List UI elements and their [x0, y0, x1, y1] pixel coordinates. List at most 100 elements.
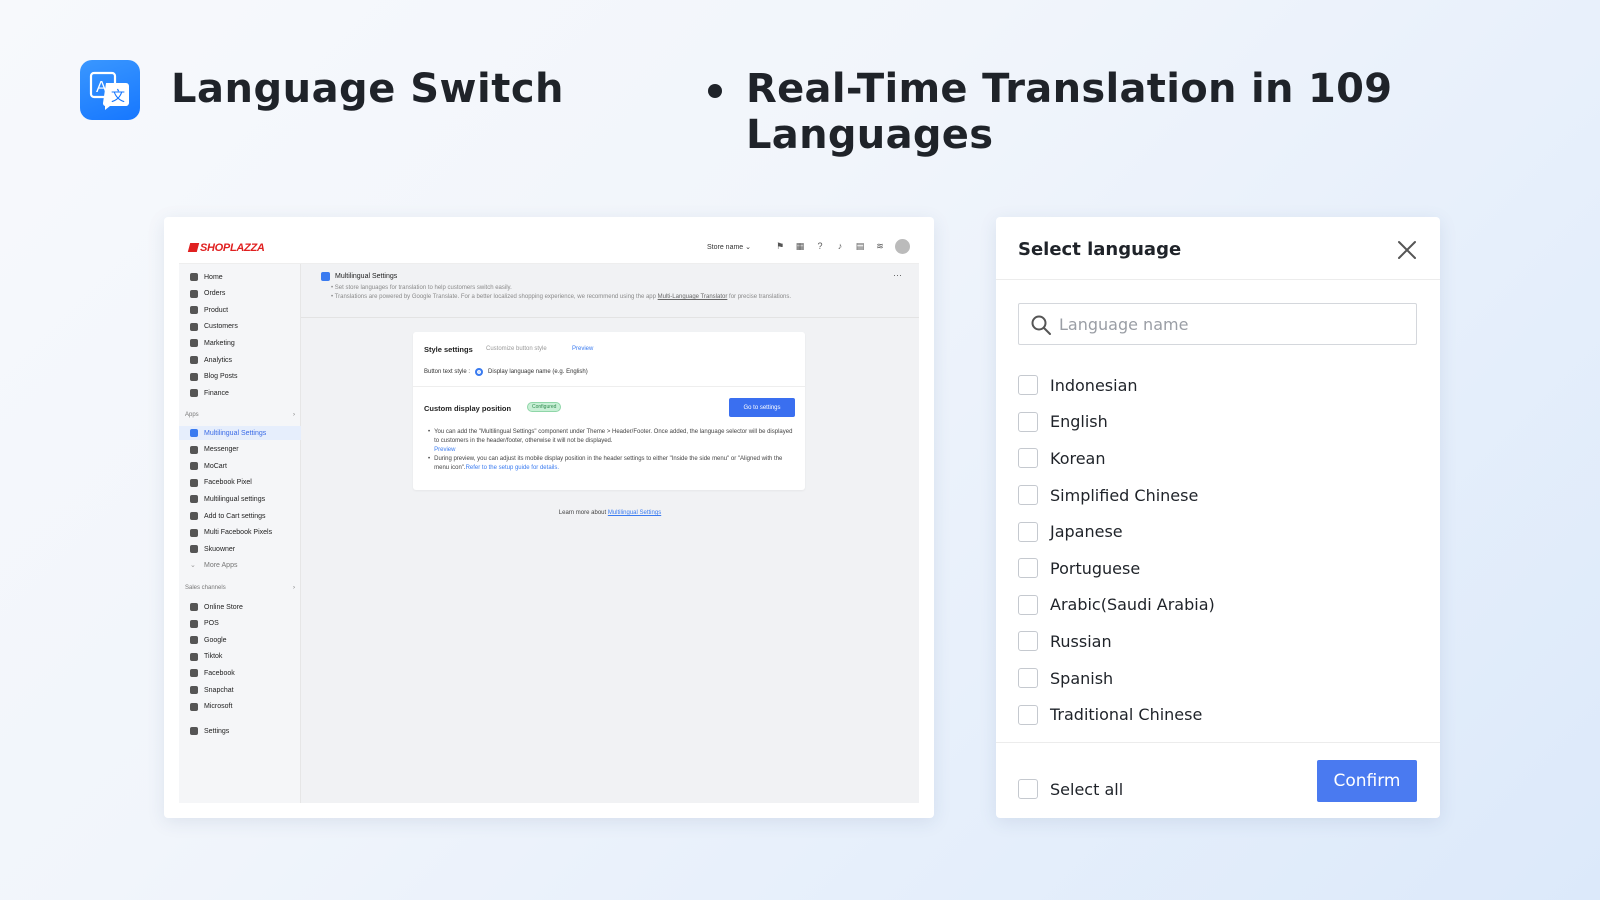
app-icon — [190, 495, 198, 504]
sidebar-item-skuowner[interactable]: Skuowner — [179, 542, 301, 556]
apps-group-header[interactable]: Apps › — [185, 412, 295, 418]
sidebar-item-multilingual-settings[interactable]: Multilingual Settings — [179, 426, 301, 440]
go-to-settings-button[interactable]: Go to settings — [729, 398, 795, 417]
confirm-button[interactable]: Confirm — [1317, 760, 1417, 802]
sidebar-item-blog-posts[interactable]: Blog Posts — [179, 370, 301, 384]
tiktok-icon — [190, 652, 198, 661]
multilingual-icon — [321, 272, 330, 281]
setup-guide-link[interactable]: Refer to the setup guide for details. — [466, 465, 559, 471]
learn-more-link[interactable]: Multilingual Settings — [608, 510, 661, 516]
language-search-input[interactable] — [1059, 304, 1409, 344]
language-option-english[interactable]: English — [1018, 404, 1417, 441]
language-option-arabic-saudi-arabia[interactable]: Arabic(Saudi Arabia) — [1018, 587, 1417, 624]
checkbox[interactable] — [1018, 521, 1038, 542]
sidebar-item-mocart[interactable]: MoCart — [179, 459, 301, 473]
marketing-icon — [190, 339, 198, 348]
sidebar-item-facebook-pixel[interactable]: Facebook Pixel — [179, 476, 301, 490]
checkbox[interactable] — [1018, 375, 1038, 396]
sales-channels-header[interactable]: Sales channels › — [185, 585, 295, 591]
translator-app-link[interactable]: Multi-Language Translator — [658, 294, 728, 300]
more-options-icon[interactable]: ··· — [893, 270, 902, 280]
messenger-icon — [190, 445, 198, 454]
language-option-portuguese[interactable]: Portuguese — [1018, 550, 1417, 587]
checkbox[interactable] — [1018, 485, 1038, 506]
svg-text:文: 文 — [111, 89, 125, 105]
select-all-checkbox[interactable] — [1018, 779, 1038, 799]
admin-sidebar: Home Orders Product Customers Marketing … — [179, 264, 301, 803]
blog-icon — [190, 372, 198, 381]
wifi-icon[interactable]: ≋ — [875, 241, 885, 251]
admin-topbar: SHOPLAZZA Store name ⌄ ⚑ ▦ ? ♪ ▤ ≋ — [179, 232, 919, 264]
display-name-radio[interactable] — [475, 368, 484, 376]
checkbox[interactable] — [1018, 558, 1038, 579]
orders-icon — [190, 289, 198, 298]
store-selector[interactable]: Store name ⌄ — [707, 243, 751, 251]
language-option-russian[interactable]: Russian — [1018, 623, 1417, 660]
avatar[interactable] — [895, 239, 910, 254]
language-option-indonesian[interactable]: Indonesian — [1018, 367, 1417, 404]
sidebar-item-tiktok[interactable]: Tiktok — [179, 650, 301, 664]
app-logo: A 文 — [80, 60, 140, 120]
sidebar-item-marketing[interactable]: Marketing — [179, 336, 301, 350]
sidebar-item-snapchat[interactable]: Snapchat — [179, 683, 301, 697]
language-option-traditional-chinese[interactable]: Traditional Chinese — [1018, 696, 1417, 733]
chevron-down-icon: ⌄ — [190, 561, 196, 569]
sidebar-item-product[interactable]: Product — [179, 303, 301, 317]
sidebar-item-online-store[interactable]: Online Store — [179, 600, 301, 614]
home-icon — [190, 273, 198, 281]
mocart-icon — [190, 462, 198, 471]
sidebar-item-finance[interactable]: Finance — [179, 386, 301, 400]
sidebar-item-pos[interactable]: POS — [179, 617, 301, 631]
checkbox[interactable] — [1018, 631, 1038, 652]
admin-screenshot: SHOPLAZZA Store name ⌄ ⚑ ▦ ? ♪ ▤ ≋ Home … — [164, 217, 934, 818]
flag-icon[interactable]: ⚑ — [775, 241, 785, 251]
sidebar-item-settings[interactable]: Settings — [179, 724, 301, 738]
language-option-japanese[interactable]: Japanese — [1018, 513, 1417, 550]
language-list: Indonesian English Korean Simplified Chi… — [1018, 367, 1417, 733]
help-icon[interactable]: ? — [815, 241, 825, 251]
bell-icon[interactable]: ♪ — [835, 241, 845, 251]
sidebar-item-multi-facebook-pixels[interactable]: Multi Facebook Pixels — [179, 526, 301, 540]
sidebar-item-analytics[interactable]: Analytics — [179, 353, 301, 367]
page-title: Multilingual Settings — [321, 272, 397, 281]
sidebar-item-microsoft[interactable]: Microsoft — [179, 700, 301, 714]
chevron-right-icon: › — [293, 585, 295, 591]
translate-icon: A 文 — [89, 71, 129, 110]
sidebar-item-add-to-cart[interactable]: Add to Cart settings — [179, 509, 301, 523]
sidebar-item-customers[interactable]: Customers — [179, 320, 301, 334]
select-all-option[interactable]: Select all — [1018, 779, 1123, 799]
language-option-simplified-chinese[interactable]: Simplified Chinese — [1018, 477, 1417, 514]
page-description: • Set store languages for translation to… — [331, 285, 792, 300]
checkbox[interactable] — [1018, 704, 1038, 725]
sidebar-item-messenger[interactable]: Messenger — [179, 443, 301, 457]
checkbox[interactable] — [1018, 411, 1038, 432]
close-icon[interactable] — [1396, 239, 1418, 261]
dialog-footer-divider — [996, 742, 1440, 743]
checkbox[interactable] — [1018, 594, 1038, 615]
language-option-korean[interactable]: Korean — [1018, 440, 1417, 477]
checkbox[interactable] — [1018, 448, 1038, 469]
preview-link[interactable]: Preview — [572, 346, 593, 352]
sidebar-item-google[interactable]: Google — [179, 633, 301, 647]
sidebar-item-home[interactable]: Home — [179, 270, 301, 284]
message-icon[interactable]: ▤ — [855, 241, 865, 251]
chevron-down-icon: ⌄ — [745, 244, 752, 251]
custom-position-title: Custom display position — [424, 404, 512, 413]
checkbox[interactable] — [1018, 668, 1038, 689]
select-all-label: Select all — [1050, 779, 1124, 799]
language-option-spanish[interactable]: Spanish — [1018, 660, 1417, 697]
admin-content: Multilingual Settings ··· • Set store la… — [301, 264, 919, 803]
preview-link-2[interactable]: Preview — [434, 447, 455, 453]
store-icon[interactable]: ▦ — [795, 241, 805, 251]
display-name-option-label: Display language name (e.g. English) — [488, 369, 588, 375]
microsoft-icon — [190, 702, 198, 711]
shoplazza-logo: SHOPLAZZA — [187, 242, 265, 254]
snapchat-icon — [190, 686, 198, 694]
hero-tagline: Real-Time Translation in 109 Languages — [746, 66, 1393, 158]
tag-icon — [190, 306, 198, 315]
facebook-icon — [190, 669, 198, 678]
sidebar-item-multilingual-settings-2[interactable]: Multilingual settings — [179, 492, 301, 506]
sidebar-item-facebook[interactable]: Facebook — [179, 666, 301, 680]
sidebar-item-orders[interactable]: Orders — [179, 287, 301, 301]
sidebar-item-more-apps[interactable]: ⌄ More Apps — [179, 559, 301, 573]
